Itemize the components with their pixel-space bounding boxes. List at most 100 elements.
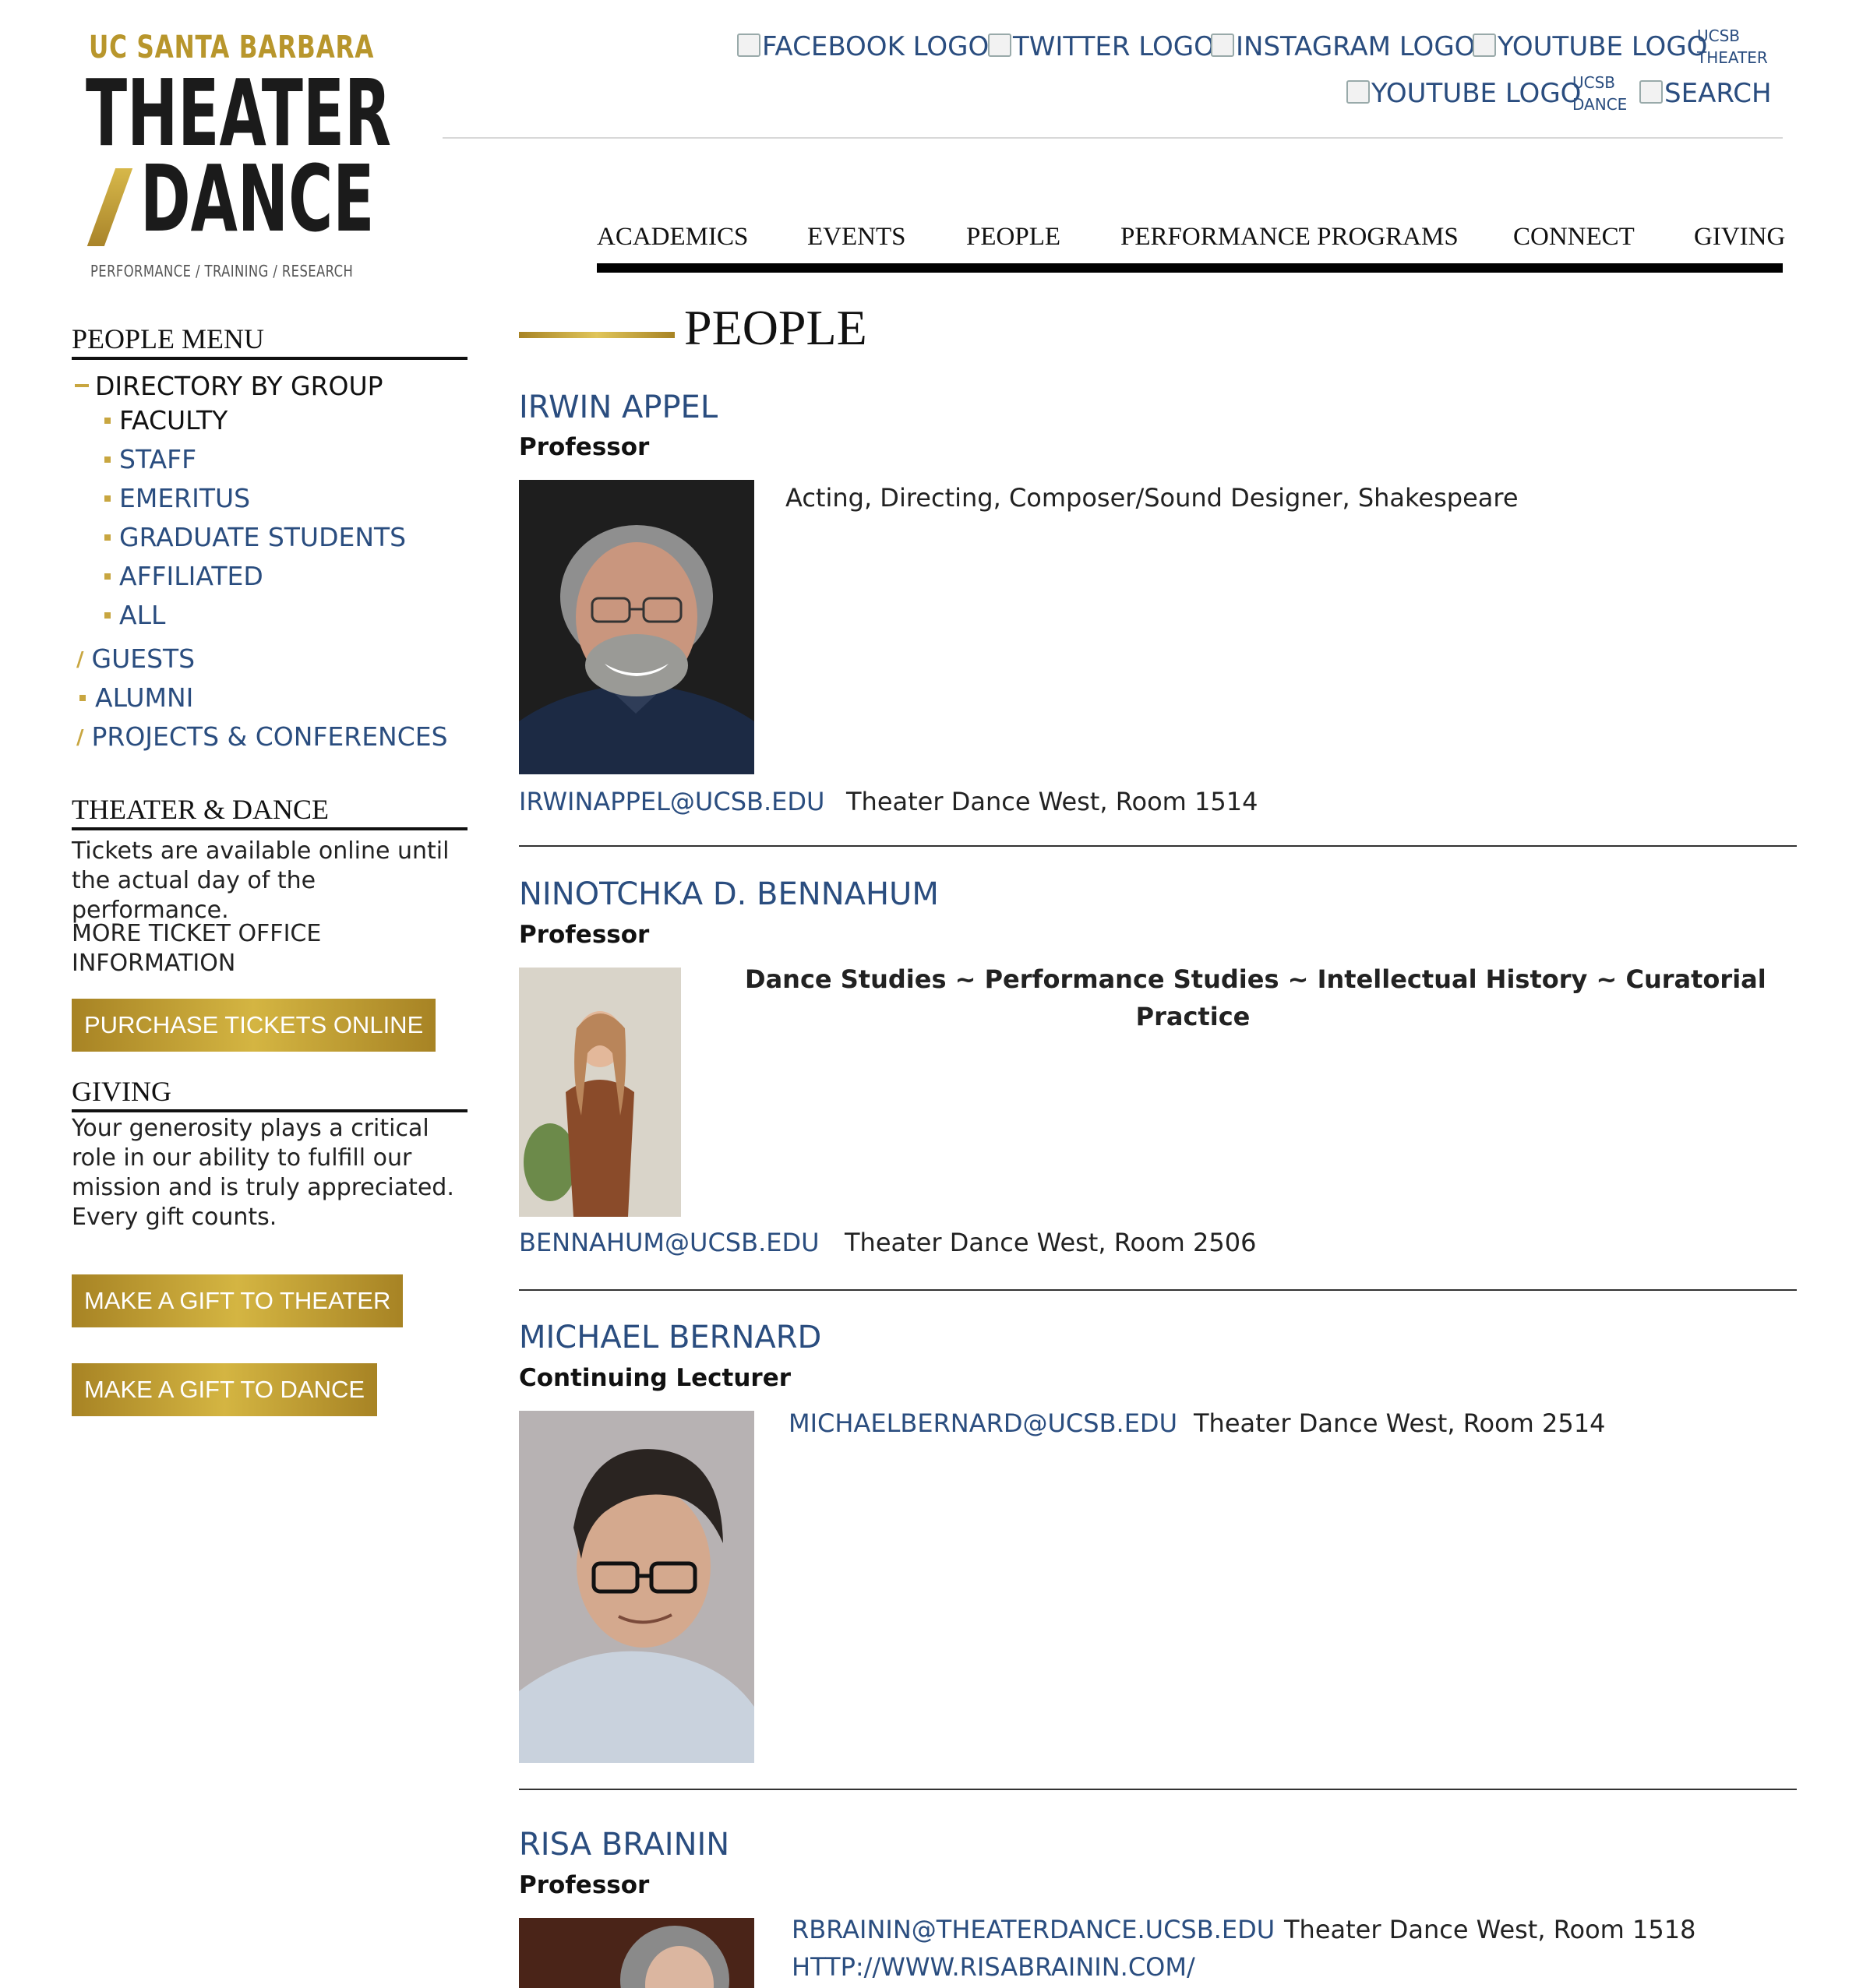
person-photo[interactable] (519, 1918, 754, 1988)
search-link[interactable]: SEARCH (1639, 78, 1772, 109)
menu-all[interactable]: ALL (104, 600, 165, 630)
giving-text: Your generosity plays a critical role in… (72, 1115, 454, 1231)
nav-connect[interactable]: CONNECT (1513, 223, 1635, 252)
person-name-link[interactable]: MICHAEL BERNARD (519, 1320, 821, 1355)
instagram-link[interactable]: INSTAGRAM LOGO (1211, 31, 1475, 62)
broken-image-icon (988, 33, 1011, 57)
logo-tagline: PERFORMANCE / TRAINING / RESEARCH (90, 262, 354, 280)
portrait-image (519, 480, 754, 774)
person-photo[interactable] (519, 968, 681, 1217)
nav-people[interactable]: PEOPLE (966, 223, 1060, 252)
link-line: INFORMATION (72, 950, 236, 977)
person-divider (519, 1289, 1797, 1291)
person-description-line-1: Dance Studies ~ Performance Studies ~ In… (745, 964, 1766, 994)
person-email-link[interactable]: IRWINAPPEL@UCSB.EDU (519, 787, 824, 816)
menu-emeritus[interactable]: EMERITUS (104, 483, 250, 513)
bullet-icon (104, 612, 111, 619)
menu-label: FACULTY (119, 405, 228, 435)
person-photo[interactable] (519, 480, 754, 774)
youtube-dance-link[interactable]: YOUTUBE LOGO (1346, 78, 1581, 109)
person-description-line-2: Practice (1135, 1002, 1251, 1031)
main-nav: ACADEMICS EVENTS PEOPLE PERFORMANCE PROG… (597, 220, 1785, 266)
person-role: Professor (519, 1871, 650, 1899)
site-logo[interactable]: UC SANTA BARBARA THEATER DANCE PERFORMAN… (84, 30, 391, 283)
youtube-dance-caption[interactable]: UCSB DANCE (1572, 72, 1627, 115)
person-divider (519, 845, 1797, 847)
bullet-icon (79, 695, 86, 701)
search-icon (1639, 80, 1663, 104)
nav-events[interactable]: EVENTS (807, 223, 906, 252)
youtube-logo-alt: YOUTUBE LOGO (1498, 31, 1708, 62)
person-office: Theater Dance West, Room 2506 (845, 1228, 1257, 1257)
menu-label: STAFF (119, 444, 197, 474)
menu-label: PROJECTS & CONFERENCES (91, 721, 448, 752)
menu-faculty[interactable]: FACULTY (104, 405, 228, 435)
purchase-tickets-button[interactable]: PURCHASE TICKETS ONLINE (72, 999, 436, 1052)
menu-projects-conferences[interactable]: / PROJECTS & CONFERENCES (76, 721, 448, 752)
people-menu-rule (72, 357, 468, 360)
person-role: Professor (519, 921, 650, 949)
ticket-info-text: Tickets are available online until the a… (72, 837, 450, 924)
person-role: Professor (519, 433, 650, 461)
logo-slash (86, 168, 133, 246)
header-divider (443, 137, 1783, 139)
twitter-logo-alt: TWITTER LOGO (1013, 31, 1215, 62)
nav-giving[interactable]: GIVING (1694, 223, 1785, 252)
people-menu-title: PEOPLE MENU (72, 323, 265, 354)
caption-line: UCSB (1697, 26, 1741, 45)
slash-icon: / (76, 726, 84, 749)
gift-theater-button[interactable]: MAKE A GIFT TO THEATER (72, 1274, 404, 1327)
menu-alumni[interactable]: ALUMNI (79, 682, 193, 713)
nav-underline (597, 263, 1783, 273)
person-name-link[interactable]: NINOTCHKA D. BENNAHUM (519, 876, 939, 912)
menu-staff[interactable]: STAFF (104, 444, 196, 474)
person-description: Acting, Directing, Composer/Sound Design… (785, 483, 1519, 513)
youtube-logo-alt: YOUTUBE LOGO (1371, 78, 1582, 109)
person-email-link[interactable]: RBRAININ@THEATERDANCE.UCSB.EDU (792, 1915, 1275, 1944)
gift-dance-button[interactable]: MAKE A GIFT TO DANCE (72, 1363, 378, 1416)
person-office: Theater Dance West, Room 2514 (1194, 1408, 1606, 1438)
instagram-logo-alt: INSTAGRAM LOGO (1236, 31, 1476, 62)
person-office: Theater Dance West, Room 1518 (1284, 1915, 1696, 1944)
youtube-theater-caption[interactable]: UCSB THEATER (1697, 25, 1768, 69)
bullet-icon (104, 573, 111, 580)
person-name-link[interactable]: IRWIN APPEL (519, 389, 718, 425)
broken-image-icon (1211, 33, 1234, 57)
giving-rule (72, 1109, 468, 1112)
menu-label: EMERITUS (119, 483, 251, 513)
caption-line: DANCE (1572, 95, 1628, 114)
menu-affiliated[interactable]: AFFILIATED (104, 561, 263, 591)
person-role: Continuing Lecturer (519, 1364, 792, 1392)
caption-line: UCSB (1572, 73, 1616, 92)
person-email-link[interactable]: BENNAHUM@UCSB.EDU (519, 1228, 820, 1257)
bullet-icon (104, 495, 111, 502)
logo-line3: DANCE (140, 145, 375, 252)
menu-directory-by-group[interactable]: DIRECTORY BY GROUP (75, 371, 383, 401)
menu-graduate-students[interactable]: GRADUATE STUDENTS (104, 522, 406, 552)
more-ticket-info-link[interactable]: MORE TICKET OFFICE INFORMATION (72, 919, 399, 978)
search-label: SEARCH (1664, 78, 1772, 109)
nav-academics[interactable]: ACADEMICS (597, 223, 748, 252)
bullet-icon (104, 456, 111, 463)
person-email-link[interactable]: MICHAELBERNARD@UCSB.EDU (789, 1408, 1177, 1438)
facebook-link[interactable]: FACEBOOK LOGO (737, 31, 989, 62)
logo-line2: THEATER (86, 59, 392, 167)
nav-performance-programs[interactable]: PERFORMANCE PROGRAMS (1120, 223, 1459, 252)
portrait-image (519, 1918, 754, 1988)
person-photo[interactable] (519, 1411, 754, 1763)
menu-label: ALUMNI (95, 682, 194, 713)
person-name-link[interactable]: RISA BRAININ (519, 1827, 729, 1863)
bullet-icon (104, 534, 111, 541)
person-website-link[interactable]: HTTP://WWW.RISABRAININ.COM/ (792, 1952, 1195, 1982)
menu-label: ALL (119, 600, 166, 630)
broken-image-icon (737, 33, 760, 57)
menu-guests[interactable]: / GUESTS (76, 643, 195, 674)
giving-title: GIVING (72, 1076, 171, 1107)
twitter-link[interactable]: TWITTER LOGO (988, 31, 1215, 62)
menu-label: AFFILIATED (119, 561, 263, 591)
caption-line: THEATER (1697, 48, 1768, 67)
facebook-logo-alt: FACEBOOK LOGO (762, 31, 990, 62)
youtube-theater-link[interactable]: YOUTUBE LOGO (1473, 31, 1707, 62)
menu-label: DIRECTORY BY GROUP (95, 371, 383, 401)
portrait-image (519, 968, 681, 1217)
